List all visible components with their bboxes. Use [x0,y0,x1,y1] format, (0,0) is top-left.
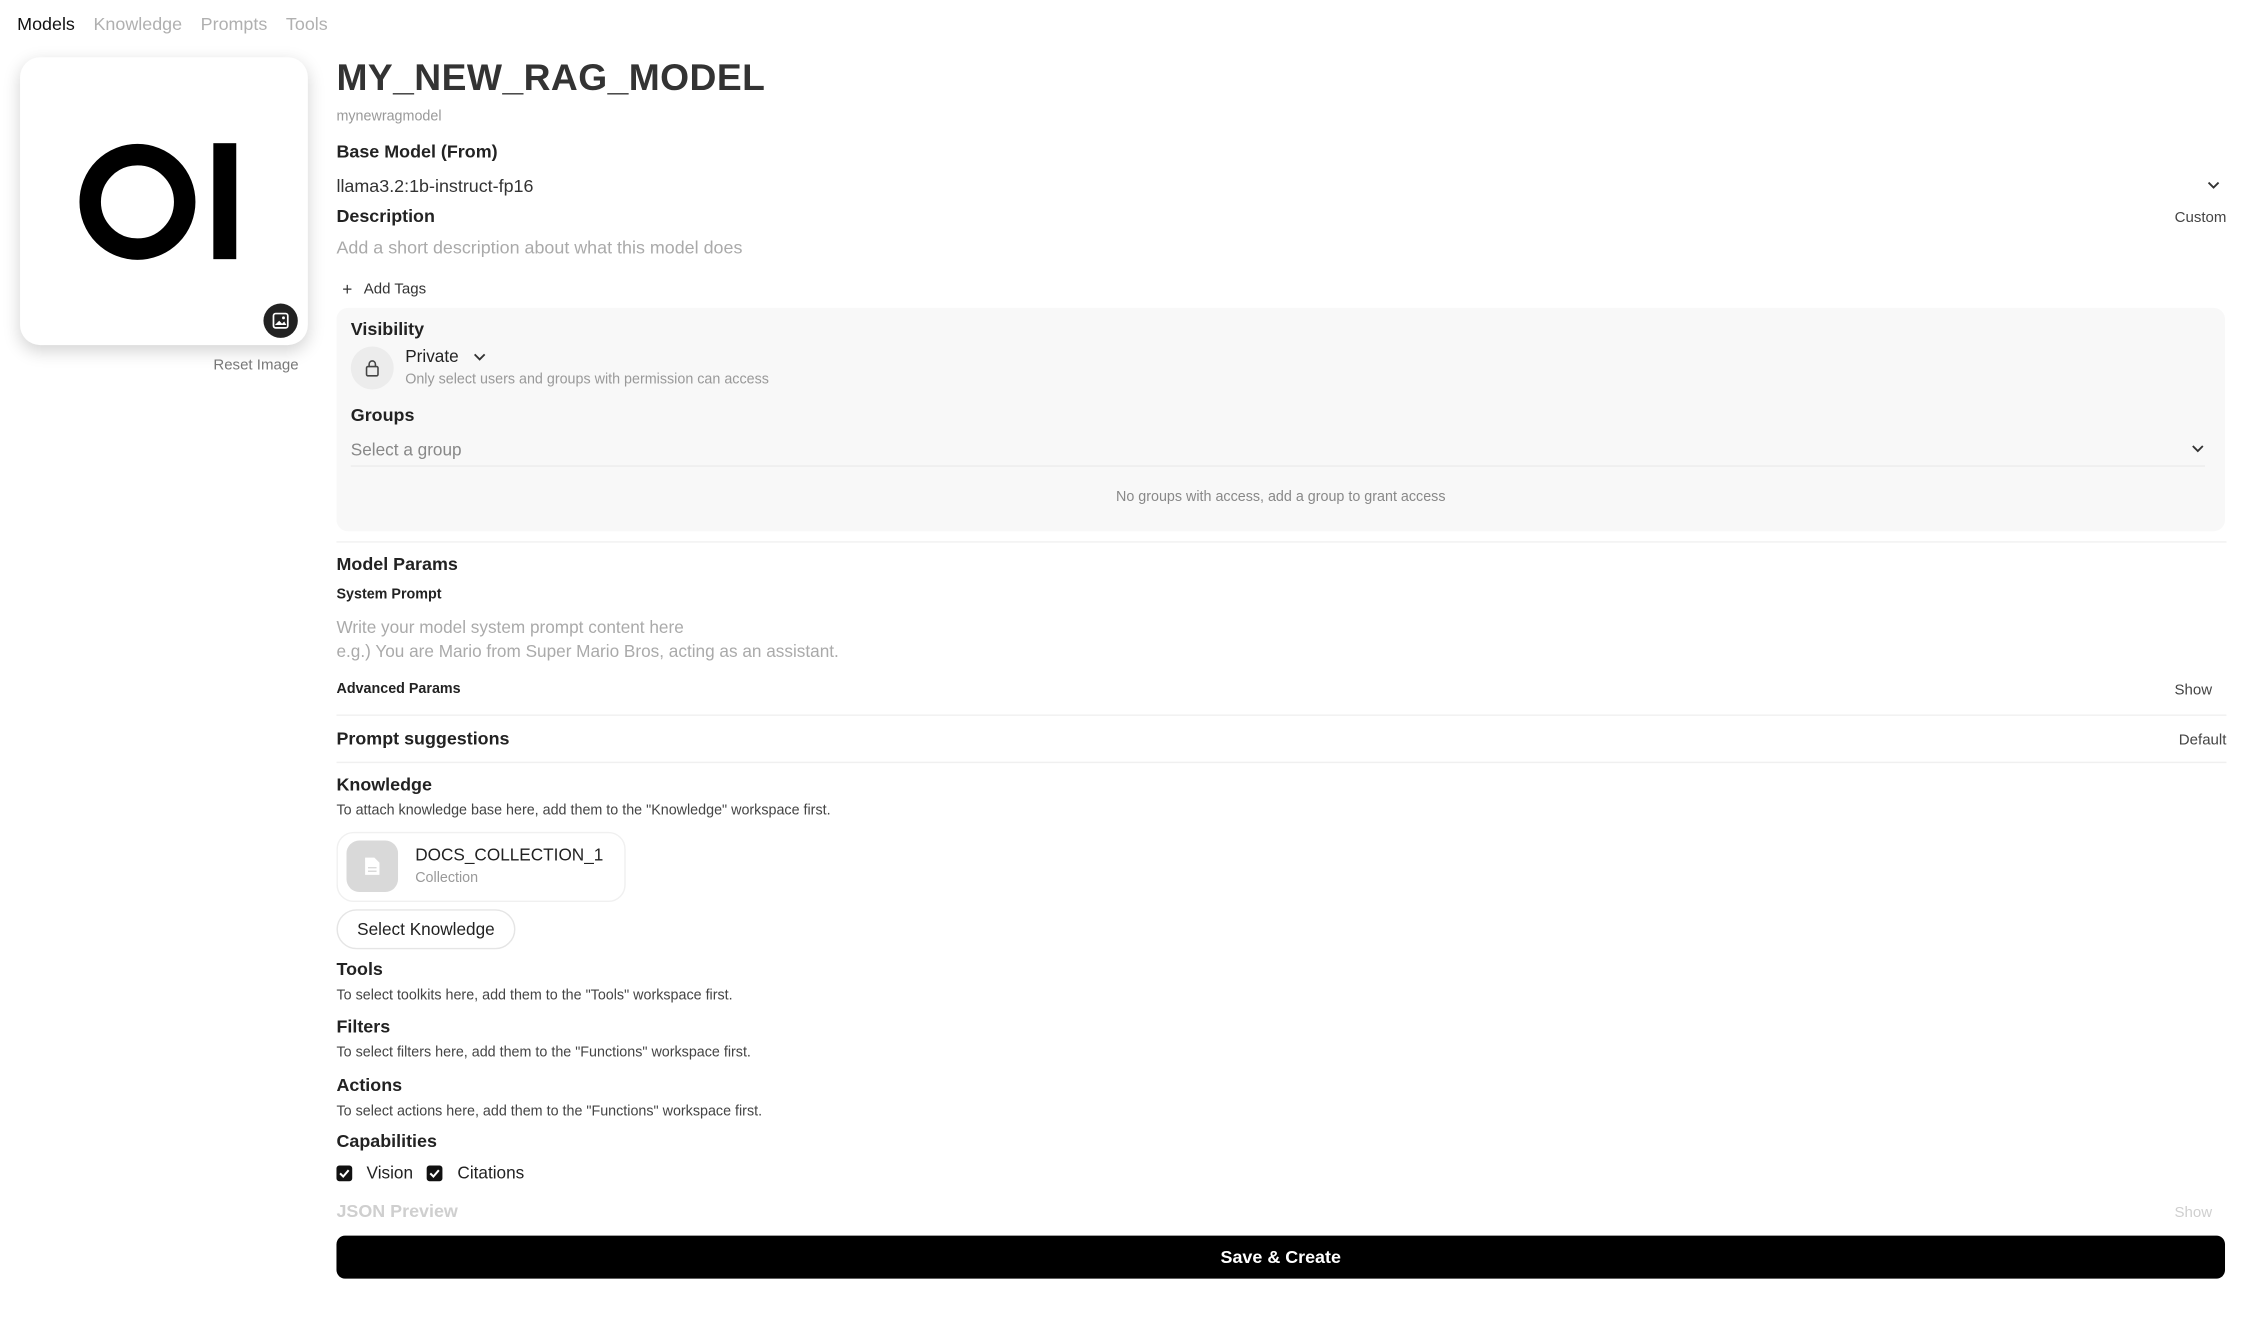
visibility-hint: Only select users and groups with permis… [405,372,769,389]
tools-label: Tools [336,959,383,980]
chevron-down-icon [2192,445,2204,453]
system-prompt-placeholder-line-2: e.g.) You are Mario from Super Mario Bro… [336,640,839,661]
model-name-input[interactable]: MY_NEW_RAG_MODEL [336,56,765,100]
add-tags-button[interactable]: + Add Tags [342,279,426,299]
knowledge-label: Knowledge [336,774,432,795]
capabilities-label: Capabilities [336,1131,437,1152]
chevron-down-icon [2207,181,2220,189]
json-preview-toggle[interactable]: Show [2175,1204,2213,1221]
citations-label: Citations [457,1162,525,1183]
tools-hint: To select toolkits here, add them to the… [336,987,733,1004]
save-create-button[interactable]: Save & Create [336,1235,2226,1279]
openwebui-logo [79,143,237,260]
description-mode-toggle[interactable]: Custom [2175,209,2227,226]
advanced-params-toggle[interactable]: Show [2175,682,2213,699]
group-select-placeholder: Select a group [350,439,462,460]
actions-hint: To select actions here, add them to the … [336,1103,763,1120]
chevron-down-icon [474,353,486,361]
tab-prompts[interactable]: Prompts [201,14,268,34]
tab-knowledge[interactable]: Knowledge [93,14,182,34]
plus-icon: + [342,279,353,300]
knowledge-item-name: DOCS_COLLECTION_1 [415,844,604,865]
visibility-label: Visibility [350,319,425,340]
filters-hint: To select filters here, add them to the … [336,1045,751,1061]
prompt-suggestions-label: Prompt suggestions [336,728,510,749]
filters-label: Filters [336,1016,391,1037]
model-avatar[interactable] [20,57,308,346]
knowledge-item-card[interactable]: DOCS_COLLECTION_1 Collection [336,831,626,903]
description-input[interactable]: Add a short description about what this … [336,238,742,258]
system-prompt-placeholder-line-1: Write your model system prompt content h… [336,617,684,638]
add-tags-label: Add Tags [363,280,427,298]
citations-checkbox[interactable] [427,1164,444,1181]
groups-empty-text: No groups with access, add a group to gr… [1115,489,1446,506]
system-prompt-label: System Prompt [336,587,442,603]
base-model-label: Base Model (From) [336,141,498,162]
tab-tools[interactable]: Tools [286,14,328,34]
model-params-label: Model Params [336,554,458,575]
group-select[interactable]: Select a group [350,437,2205,467]
reset-image-button[interactable]: Reset Image [213,357,298,374]
workspace-tabs: Models Knowledge Prompts Tools [17,14,328,34]
divider [336,541,2227,543]
change-image-button[interactable] [263,303,298,338]
description-label: Description [336,206,435,227]
document-icon [346,840,399,893]
vision-label: Vision [366,1162,414,1183]
prompt-suggestions-mode-toggle[interactable]: Default [2179,732,2227,749]
visibility-select[interactable]: Private [405,346,487,367]
tab-models[interactable]: Models [17,14,75,34]
vision-checkbox[interactable] [336,1164,353,1181]
actions-label: Actions [336,1075,403,1096]
base-model-select[interactable]: llama3.2:1b-instruct-fp16 [336,173,2226,196]
capabilities-list: Vision Citations [336,1163,524,1183]
visibility-value: Private [405,346,459,367]
access-control-panel: Visibility Private Only select users and… [336,307,2226,532]
system-prompt-input[interactable]: Write your model system prompt content h… [336,616,2226,665]
model-editor-page: Models Knowledge Prompts Tools Reset Ima… [0,0,2245,1323]
divider [336,761,2227,764]
knowledge-item-type: Collection [415,870,479,887]
json-preview-label: JSON Preview [336,1201,458,1222]
knowledge-hint: To attach knowledge base here, add them … [336,803,831,819]
lock-icon [350,346,394,390]
base-model-value: llama3.2:1b-instruct-fp16 [336,176,534,197]
select-knowledge-button[interactable]: Select Knowledge [336,909,516,950]
image-icon [272,312,289,329]
advanced-params-label: Advanced Params [336,681,461,698]
model-id-input[interactable]: mynewragmodel [336,109,441,125]
divider [336,714,2227,716]
groups-label: Groups [350,405,415,426]
